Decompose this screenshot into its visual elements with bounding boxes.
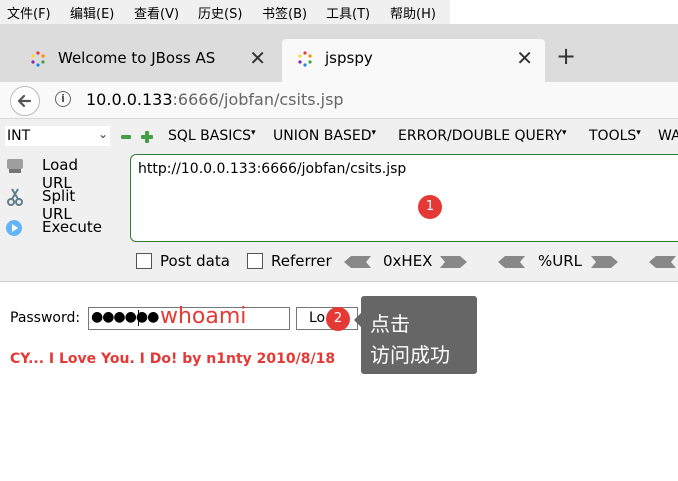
navigation-bar: i 10.0.0.133:6666/jobfan/csits.jsp	[0, 82, 678, 119]
chevron-down-icon: ⌄	[97, 127, 108, 141]
info-icon[interactable]: i	[55, 91, 71, 107]
address-bar[interactable]: 10.0.0.133:6666/jobfan/csits.jsp	[86, 90, 344, 109]
menu-tools-hackbar[interactable]: TOOLS▾	[589, 128, 641, 144]
tab-jboss[interactable]: Welcome to JBoss AS ✕	[15, 39, 278, 82]
encode-hex-arrow-icon[interactable]	[440, 255, 468, 269]
tooltip-line1: 点击	[370, 312, 410, 336]
status-message: CY... I Love You. I Do! by n1nty 2010/8/…	[10, 351, 336, 367]
decode-url-arrow-icon[interactable]	[497, 255, 525, 269]
post-data-label: Post data	[160, 252, 230, 270]
menu-help[interactable]: 帮助(H)	[390, 3, 436, 22]
caret-icon: ▾	[636, 128, 641, 138]
url-text: http://10.0.0.133:6666/jobfan/csits.jsp	[138, 161, 407, 177]
menu-tools[interactable]: 工具(T)	[326, 3, 370, 22]
login-label: Lo	[309, 310, 326, 326]
caret-icon: ▾	[562, 128, 567, 138]
plus-icon[interactable]: +	[556, 42, 576, 70]
referrer-label: Referrer	[271, 252, 332, 270]
tab-strip: Welcome to JBoss AS ✕ jspspy ✕ +	[0, 24, 678, 82]
options-row: Post data Referrer 0xHEX %URL	[0, 250, 678, 274]
url-textarea[interactable]: http://10.0.0.133:6666/jobfan/csits.jsp …	[130, 154, 678, 242]
menu-view[interactable]: 查看(V)	[134, 3, 179, 22]
loading-icon	[31, 51, 45, 67]
minus-icon[interactable]	[121, 132, 131, 142]
password-label: Password:	[10, 310, 81, 326]
page-content: Password: ●●●●●● whoami Lo 2 点击 访问成功 CY.…	[0, 282, 678, 481]
arrow-left-icon	[17, 94, 32, 108]
annotation-tooltip: 点击 访问成功	[354, 296, 477, 374]
address-path: :6666/jobfan/csits.jsp	[172, 90, 344, 109]
tool-label: UNION BASED	[273, 128, 372, 144]
load-url-icon	[7, 159, 23, 173]
decode-hex-arrow-icon[interactable]	[343, 255, 371, 269]
tab-title: Welcome to JBoss AS	[58, 49, 216, 67]
tooltip-line2: 访问成功	[370, 343, 450, 367]
post-data-checkbox[interactable]	[136, 253, 152, 269]
annotation-text: whoami	[160, 304, 247, 329]
close-icon[interactable]: ✕	[516, 46, 533, 70]
hackbar-panel: INT ⌄ SQL BASICS▾ UNION BASED▾ ERROR/DOU…	[0, 119, 678, 282]
back-button[interactable]	[10, 86, 40, 116]
tooltip-arrow	[354, 313, 361, 327]
tool-label: SQL BASICS	[168, 128, 252, 144]
password-value: ●●●●●●	[91, 309, 159, 325]
close-icon[interactable]: ✕	[249, 46, 266, 70]
tab-jspspy[interactable]: jspspy ✕	[282, 39, 545, 82]
menu-history[interactable]: 历史(S)	[198, 3, 242, 22]
caret-icon: ▾	[251, 128, 256, 138]
text-cursor	[138, 310, 139, 326]
tool-label: ERROR/DOUBLE QUERY	[398, 128, 563, 144]
hex-label: 0xHEX	[383, 252, 433, 270]
play-icon	[6, 220, 22, 236]
url-encode-label: %URL	[538, 252, 583, 270]
encode-url-arrow-icon[interactable]	[591, 255, 619, 269]
tab-title: jspspy	[325, 49, 373, 67]
next-arrow-icon[interactable]	[648, 255, 676, 269]
step-badge-2: 2	[326, 307, 350, 331]
loading-icon	[298, 51, 312, 67]
type-select[interactable]: INT ⌄	[5, 126, 110, 146]
menu-bar: 文件(F) 编辑(E) 查看(V) 历史(S) 书签(B) 工具(T) 帮助(H…	[0, 0, 450, 24]
tool-label: TOOLS	[589, 128, 637, 144]
caret-icon: ▾	[371, 128, 377, 138]
menu-error-double-query[interactable]: ERROR/DOUBLE QUERY▾	[398, 128, 567, 144]
referrer-checkbox[interactable]	[247, 253, 263, 269]
menu-file[interactable]: 文件(F)	[7, 3, 51, 22]
menu-union-based[interactable]: UNION BASED▾	[273, 128, 376, 144]
execute-label: Execute	[42, 218, 102, 236]
plus-icon[interactable]	[141, 131, 153, 143]
tool-label: WA	[658, 128, 678, 144]
menu-bookmarks[interactable]: 书签(B)	[262, 3, 307, 22]
step-badge-1: 1	[418, 195, 442, 219]
menu-waf[interactable]: WA	[658, 128, 678, 144]
scissors-icon	[7, 188, 23, 206]
address-host: 10.0.0.133	[86, 90, 173, 109]
select-value: INT	[7, 128, 31, 144]
menu-edit[interactable]: 编辑(E)	[70, 3, 114, 22]
menu-sql-basics[interactable]: SQL BASICS▾	[168, 128, 256, 144]
